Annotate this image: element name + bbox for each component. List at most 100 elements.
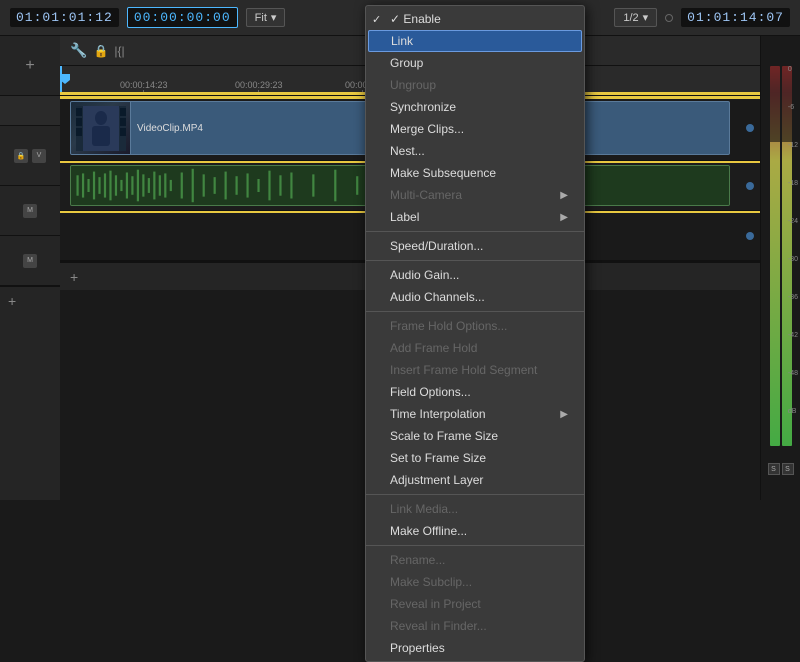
v1-track-controls: 🔒 V: [0, 126, 60, 186]
menu-item-label: Synchronize: [390, 100, 456, 114]
menu-item-enable[interactable]: ✓✓ Enable: [366, 8, 584, 30]
menu-item-link-media: Link Media...: [366, 498, 584, 520]
meter-s-button-left[interactable]: S: [768, 463, 780, 475]
menu-item-time-interpolation[interactable]: Time Interpolation ▶: [366, 403, 584, 425]
audio-meter-panel: 0 -6 -12 -18 -24 -30 -36 -42 -48 dB S S: [760, 36, 800, 500]
timecode-left[interactable]: 01:01:01:12: [10, 8, 119, 27]
menu-item-link[interactable]: Link: [368, 30, 582, 52]
menu-item-make-subsequence[interactable]: Make Subsequence: [366, 162, 584, 184]
timecode-right[interactable]: 01:01:14:07: [681, 8, 790, 27]
menu-item-label: Group: [390, 56, 423, 70]
a2-track-controls: M: [0, 236, 60, 286]
menu-item-properties[interactable]: Properties: [366, 637, 584, 659]
menu-item-scale-to-frame-size[interactable]: Scale to Frame Size: [366, 425, 584, 447]
a2-right-dot: [746, 232, 754, 240]
meter-label-db: dB: [788, 408, 798, 428]
meter-label-48: -48: [788, 370, 798, 408]
submenu-arrow-icon: ▶: [560, 212, 568, 223]
menu-item-label[interactable]: Label ▶: [366, 206, 584, 228]
menu-item-reveal-in-project: Reveal in Project: [366, 593, 584, 615]
a1-track-controls: M: [0, 186, 60, 236]
timecode-center[interactable]: 00:00:00:00: [127, 7, 238, 28]
menu-item-label: Speed/Duration...: [390, 239, 483, 253]
menu-item-label: Label: [390, 210, 419, 224]
menu-item-speed-duration[interactable]: Speed/Duration...: [366, 235, 584, 257]
add-track-bottom-icon[interactable]: +: [70, 269, 78, 285]
menu-item-field-options[interactable]: Field Options...: [366, 381, 584, 403]
chevron-down-icon-2: ▾: [643, 11, 649, 24]
menu-item-label: Field Options...: [390, 385, 471, 399]
meter-label-0: 0: [788, 66, 798, 104]
menu-item-make-offline[interactable]: Make Offline...: [366, 520, 584, 542]
ruler-spacer: [0, 96, 60, 126]
menu-item-group[interactable]: Group: [366, 52, 584, 74]
menu-item-label: Make Subsequence: [390, 166, 496, 180]
menu-item-label: Multi-Camera: [390, 188, 462, 202]
menu-item-synchronize[interactable]: Synchronize: [366, 96, 584, 118]
menu-item-label: Make Subclip...: [390, 575, 472, 589]
half-dropdown[interactable]: 1/2 ▾: [614, 8, 657, 27]
menu-separator-speed-duration: [366, 260, 584, 261]
menu-item-label: Frame Hold Options...: [390, 319, 507, 333]
menu-item-label: Audio Gain...: [390, 268, 459, 282]
track-eye-button[interactable]: V: [32, 149, 46, 163]
fit-dropdown[interactable]: Fit ▾: [246, 8, 286, 27]
submenu-arrow-icon: ▶: [560, 409, 568, 420]
add-track-bottom[interactable]: +: [0, 287, 60, 315]
add-track-button[interactable]: +: [25, 57, 34, 75]
menu-item-add-frame-hold: Add Frame Hold: [366, 337, 584, 359]
wrench-icon[interactable]: 🔧: [70, 42, 87, 59]
menu-item-frame-hold-options: Frame Hold Options...: [366, 315, 584, 337]
meter-label-18: -18: [788, 180, 798, 218]
track-header-row: +: [0, 36, 60, 96]
track-lock-button[interactable]: 🔒: [14, 149, 28, 163]
magnet-icon[interactable]: |{|: [114, 44, 124, 58]
menu-item-make-subclip: Make Subclip...: [366, 571, 584, 593]
menu-item-audio-gain[interactable]: Audio Gain...: [366, 264, 584, 286]
a1-right-dot: [746, 182, 754, 190]
menu-item-nest[interactable]: Nest...: [366, 140, 584, 162]
video-clip-label: VideoClip.MP4: [131, 123, 209, 134]
lock-icon[interactable]: 🔒: [93, 44, 108, 58]
menu-item-label: Reveal in Finder...: [390, 619, 487, 633]
video-thumbnail: [71, 102, 131, 154]
controls-bottom: +: [0, 286, 60, 500]
v1-right-dot: [746, 124, 754, 132]
context-menu: ✓✓ Enable Link Group Ungroup Synchronize Merg…: [365, 5, 585, 662]
menu-item-multi-camera: Multi-Camera ▶: [366, 184, 584, 206]
audio-track-btn-2[interactable]: M: [23, 254, 37, 268]
audio-track-btn[interactable]: M: [23, 204, 37, 218]
menu-item-label: Adjustment Layer: [390, 473, 483, 487]
menu-item-rename: Rename...: [366, 549, 584, 571]
menu-separator-label: [366, 231, 584, 232]
menu-item-label: Add Frame Hold: [390, 341, 477, 355]
menu-separator-audio-channels: [366, 311, 584, 312]
menu-item-set-to-frame-size[interactable]: Set to Frame Size: [366, 447, 584, 469]
menu-item-ungroup: Ungroup: [366, 74, 584, 96]
meter-bottom-buttons: S S: [763, 463, 798, 475]
menu-item-label: Set to Frame Size: [390, 451, 486, 465]
menu-item-label: Insert Frame Hold Segment: [390, 363, 537, 377]
menu-item-label: Link: [391, 34, 413, 48]
track-controls: + 🔒 V M M +: [0, 36, 60, 500]
meter-label-36: -36: [788, 294, 798, 332]
meter-label-30: -30: [788, 256, 798, 294]
meter-label-6: -6: [788, 104, 798, 142]
menu-item-label: Reveal in Project: [390, 597, 481, 611]
menu-item-label: Scale to Frame Size: [390, 429, 498, 443]
meter-left-level: [770, 66, 780, 142]
menu-item-label: Link Media...: [390, 502, 458, 516]
chevron-down-icon: ▾: [271, 11, 277, 24]
meter-bar-left: [770, 66, 780, 446]
submenu-arrow-icon: ▶: [560, 190, 568, 201]
menu-item-merge-clips[interactable]: Merge Clips...: [366, 118, 584, 140]
menu-item-label: Make Offline...: [390, 524, 467, 538]
record-button[interactable]: [665, 14, 673, 22]
meter-s-button-right[interactable]: S: [782, 463, 794, 475]
menu-separator-adjustment-layer: [366, 494, 584, 495]
menu-item-adjustment-layer[interactable]: Adjustment Layer: [366, 469, 584, 491]
menu-item-audio-channels[interactable]: Audio Channels...: [366, 286, 584, 308]
menu-item-label: Rename...: [390, 553, 445, 567]
menu-item-label: Time Interpolation: [390, 407, 486, 421]
meter-label-12: -12: [788, 142, 798, 180]
